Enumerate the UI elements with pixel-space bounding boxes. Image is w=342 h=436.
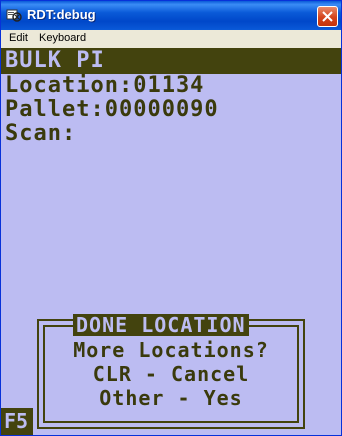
pallet-line: Pallet:00000090	[5, 97, 219, 122]
app-icon	[6, 7, 22, 23]
menu-edit[interactable]: Edit	[9, 32, 28, 44]
screen-header: BULK PI	[1, 48, 341, 74]
screen-title: BULK PI	[5, 48, 105, 73]
menu-keyboard[interactable]: Keyboard	[39, 32, 86, 44]
done-location-dialog: DONE LOCATION More Locations? CLR - Canc…	[37, 314, 305, 429]
close-button[interactable]	[317, 6, 338, 27]
dialog-frame: DONE LOCATION More Locations? CLR - Canc…	[43, 314, 299, 423]
function-key-f5[interactable]: F5	[1, 408, 33, 435]
location-line: Location:01134	[5, 73, 205, 98]
menu-bar: Edit Keyboard	[1, 30, 341, 48]
dialog-cancel-option: CLR - Cancel	[92, 362, 250, 386]
terminal-screen[interactable]: BULK PI Location:01134 Pallet:00000090 S…	[1, 48, 341, 435]
title-bar[interactable]: RDT:debug	[1, 1, 341, 30]
scan-prompt[interactable]: Scan:	[5, 122, 76, 146]
dialog-question: More Locations?	[73, 338, 269, 362]
window-title: RDT:debug	[27, 7, 96, 22]
app-window: RDT:debug Edit Keyboard BULK PI Location…	[0, 0, 342, 436]
dialog-yes-option: Other - Yes	[99, 386, 243, 410]
dialog-title: DONE LOCATION	[73, 314, 249, 336]
